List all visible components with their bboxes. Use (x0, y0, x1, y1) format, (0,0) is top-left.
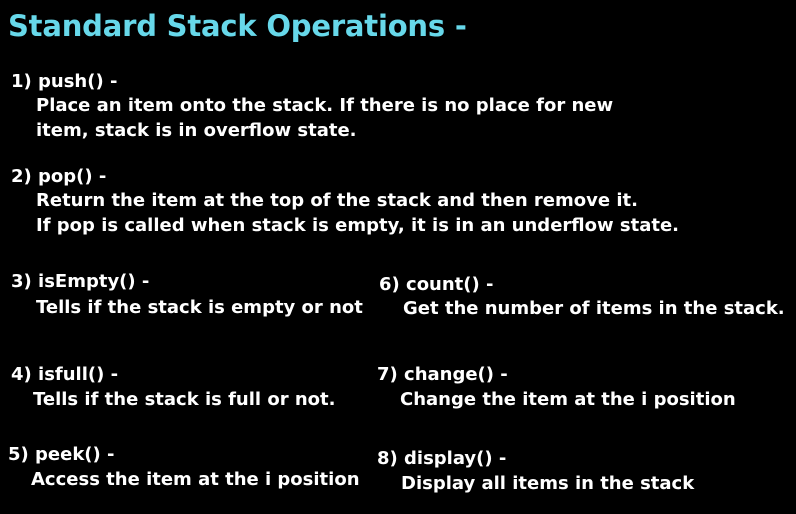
count-description: Get the number of items in the stack. (403, 298, 785, 319)
pop-description-line-1: Return the item at the top of the stack … (36, 190, 638, 211)
display-description: Display all items in the stack (401, 473, 695, 494)
push-heading: 1) push() - (11, 71, 118, 92)
count-heading: 6) count() - (379, 274, 494, 295)
page-title: Standard Stack Operations - (8, 9, 467, 43)
push-description-line-2: item, stack is in overflow state. (36, 120, 357, 141)
pop-description-line-2: If pop is called when stack is empty, it… (36, 215, 679, 236)
isempty-heading: 3) isEmpty() - (11, 271, 150, 292)
isempty-description: Tells if the stack is empty or not (36, 297, 363, 318)
isfull-description: Tells if the stack is full or not. (33, 389, 336, 410)
peek-description: Access the item at the i position (31, 469, 360, 490)
pop-heading: 2) pop() - (11, 166, 107, 187)
push-description-line-1: Place an item onto the stack. If there i… (36, 95, 614, 116)
display-heading: 8) display() - (377, 448, 507, 469)
peek-heading: 5) peek() - (8, 444, 115, 465)
change-description: Change the item at the i position (400, 389, 736, 410)
change-heading: 7) change() - (377, 364, 508, 385)
isfull-heading: 4) isfull() - (11, 364, 119, 385)
